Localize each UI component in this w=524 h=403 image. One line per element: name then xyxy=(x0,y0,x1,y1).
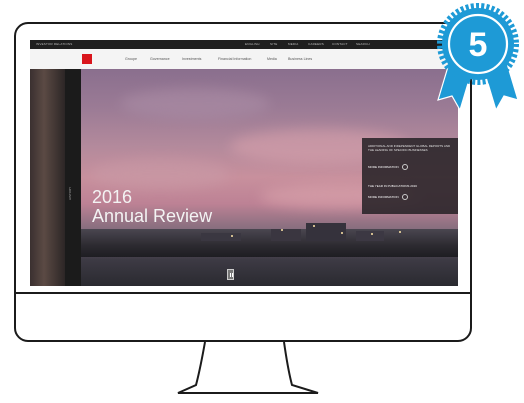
award-ribbon-badge: 5 xyxy=(437,3,519,112)
badge-number: 5 xyxy=(469,26,488,64)
